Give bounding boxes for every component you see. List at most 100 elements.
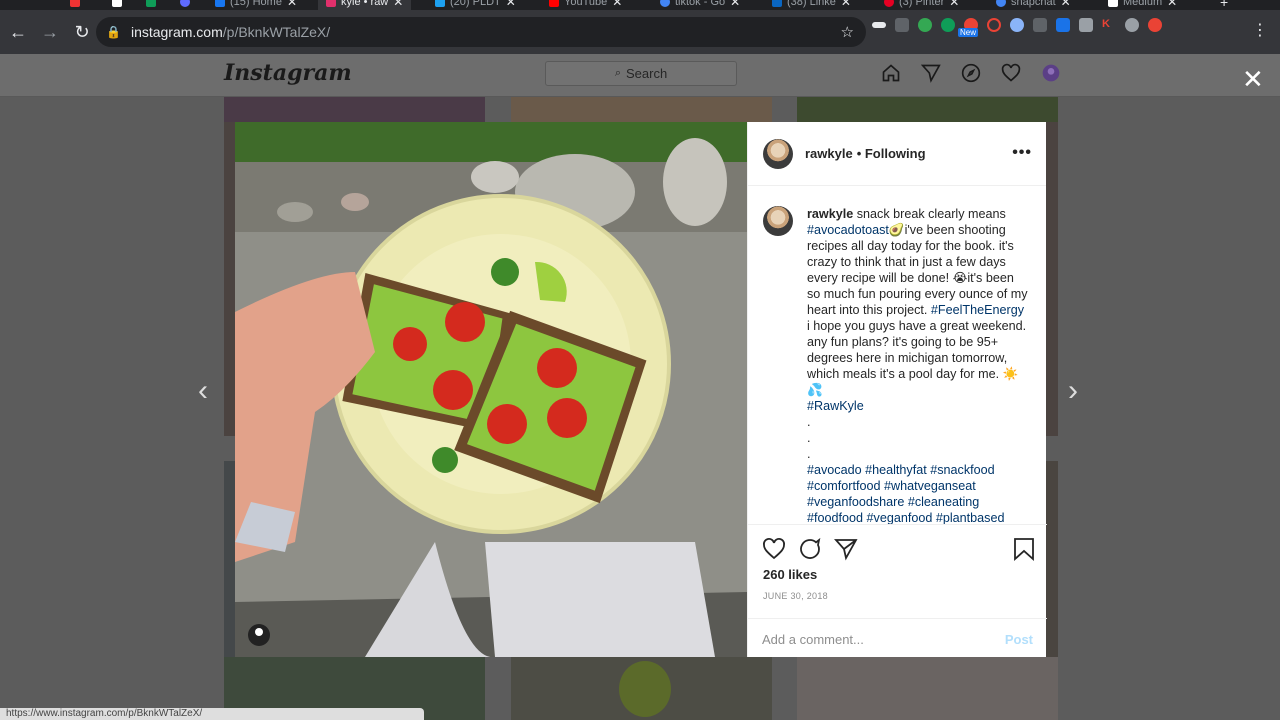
close-modal-icon[interactable]: ✕ [1242,64,1264,95]
comment-icon[interactable] [798,537,822,566]
author-username[interactable]: rawkyle [805,146,853,161]
close-tab-icon[interactable]: ✕ [393,0,403,9]
twitter-icon [435,0,445,7]
comment-input[interactable] [762,627,982,651]
avocado-toast-photo [235,122,747,657]
following-status[interactable]: • Following [857,146,926,161]
instagram-logo[interactable]: Instagram [224,60,352,86]
extension-icon[interactable] [872,22,886,28]
extension-icon[interactable]: K [1102,18,1116,32]
tab-pinterest[interactable]: (3) Pinter ✕ [884,0,959,10]
tab-linkedin[interactable]: (38) Linke ✕ [772,0,851,10]
likes-count[interactable]: 260 likes [763,567,817,582]
extension-icon[interactable] [987,18,1001,32]
action-icons [762,537,858,566]
bookmark-star-icon[interactable]: ☆ [841,23,854,41]
status-url: https://www.instagram.com/p/BknkWTalZeX/ [0,708,424,720]
tab-label: kyle • raw [341,0,389,8]
tab-favicon [180,0,190,7]
close-tab-icon[interactable]: ✕ [1167,0,1177,9]
close-tab-icon[interactable]: ✕ [730,0,740,9]
direct-icon[interactable] [920,62,942,84]
post-comment-button[interactable]: Post [1005,632,1033,647]
tab-0[interactable] [70,0,80,10]
extension-icon[interactable] [1125,18,1139,32]
reload-icon[interactable]: ↻ [68,18,96,46]
tab-1[interactable] [112,0,122,10]
grid-post-tile[interactable] [797,97,1058,122]
browser-menu-icon[interactable]: ⋮ [1252,20,1268,40]
hashtag-link[interactable]: #RawKyle [807,399,864,413]
tab-snapchat[interactable]: snapchat ✕ [996,0,1071,10]
tab-label: YouTube [564,0,608,8]
tab-3[interactable] [180,0,190,10]
save-bookmark-icon[interactable] [1013,537,1035,566]
tab-tiktok[interactable]: tiktok - Go ✕ [660,0,740,10]
search-input[interactable]: ⌕ Search [545,61,737,86]
tab-instagram[interactable]: kyle • raw ✕ [318,0,412,10]
close-tab-icon[interactable]: ✕ [612,0,622,9]
close-tab-icon[interactable]: ✕ [506,0,516,9]
extension-icon[interactable]: New [958,18,979,37]
extension-icon[interactable] [1148,18,1162,32]
more-options-icon[interactable]: ••• [1012,144,1032,162]
post-actions: 260 likes JUNE 30, 2018 Post [748,524,1047,657]
post-date: JUNE 30, 2018 [763,591,828,601]
explore-icon[interactable] [960,62,982,84]
grid-post-tile[interactable] [511,657,772,720]
tab-label: tiktok - Go [675,0,726,8]
extension-icon[interactable] [895,18,909,32]
grid-post-tile[interactable] [1046,122,1058,436]
post-photo[interactable] [235,122,747,657]
pinterest-icon [884,0,894,7]
prev-post-arrow[interactable]: ‹ [198,374,208,408]
extension-icon[interactable] [1010,18,1024,32]
close-tab-icon[interactable]: ✕ [949,0,959,9]
forward-icon[interactable]: → [36,18,64,46]
back-icon[interactable]: ← [4,18,32,46]
tab-youtube[interactable]: YouTube ✕ [549,0,622,10]
tab-label: (3) Pinter [899,0,945,8]
hashtag-link[interactable]: #avocadotoast [807,223,889,237]
youtube-icon [549,0,559,7]
medium-icon [1108,0,1118,7]
grid-post-tile[interactable] [511,97,772,122]
tab-medium[interactable]: Medium ✕ [1108,0,1177,10]
tab-favicon [146,0,156,7]
extension-icon[interactable] [1079,18,1093,32]
post-modal: rawkyle • Following ••• rawkyle snack br… [235,122,1047,657]
tab-home[interactable]: (15) Home ✕ [215,0,297,10]
extension-icon[interactable] [1033,18,1047,32]
tab-favicon [70,0,80,7]
instagram-icon [326,0,336,7]
caption-avatar[interactable] [763,206,793,236]
grid-post-tile[interactable] [797,657,1058,720]
grid-post-tile[interactable] [224,461,235,657]
caption-segment: . . . [807,415,811,461]
activity-heart-icon[interactable] [1000,62,1022,84]
address-bar[interactable]: 🔒 instagram.com/p/BknkWTalZeX/ ☆ [96,17,866,47]
author-avatar[interactable] [763,138,793,169]
grid-post-tile[interactable] [1046,461,1058,657]
extension-icon[interactable] [941,18,955,32]
hashtag-link[interactable]: #FeelTheEnergy [931,303,1024,317]
share-icon[interactable] [833,537,858,566]
close-tab-icon[interactable]: ✕ [841,0,851,9]
hashtag-list[interactable]: #avocado #healthyfat #snackfood #comfort… [807,463,1004,524]
post-sidebar: rawkyle • Following ••• rawkyle snack br… [747,122,1047,657]
close-tab-icon[interactable]: ✕ [287,0,297,9]
grid-post-tile[interactable] [224,97,485,122]
caption-username[interactable]: rawkyle [807,207,853,221]
close-tab-icon[interactable]: ✕ [1061,0,1071,9]
tab-2[interactable] [146,0,156,10]
next-post-arrow[interactable]: › [1068,374,1078,408]
home-icon[interactable] [880,62,902,84]
tab-pldt[interactable]: (20) PLDT ✕ [435,0,516,10]
new-tab-button[interactable]: + [1220,0,1228,10]
like-heart-icon[interactable] [762,537,786,566]
grammarly-icon[interactable] [918,18,932,32]
download-icon[interactable] [1056,18,1070,32]
profile-avatar[interactable] [1040,62,1062,84]
grid-post-tile[interactable] [224,122,235,436]
avocado-shape [619,661,671,717]
